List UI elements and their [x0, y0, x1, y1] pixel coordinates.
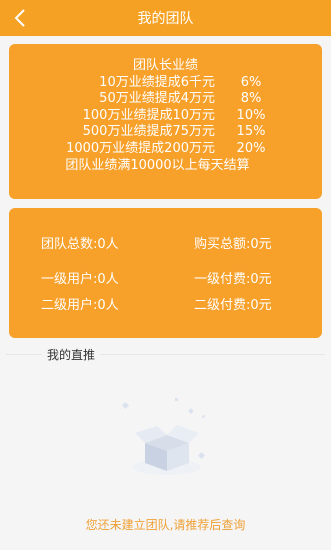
rules-footer: 团队业绩满10000以上每天结算 — [9, 158, 322, 175]
rule-text: 100万业绩提成10万元 — [82, 107, 215, 123]
rules-title: 团队长业绩 — [9, 58, 322, 75]
team-total-stat: 团队总数:0人 — [41, 237, 119, 252]
rule-percent: 8% — [240, 91, 262, 107]
empty-box-icon — [121, 398, 206, 475]
section-title: 我的直推 — [47, 348, 96, 362]
level2-users-stat: 二级用户:0人 — [41, 298, 119, 313]
purchase-total-stat: 购买总额:0元 — [194, 237, 272, 252]
rule-row: 100万业绩提成10万元 10% — [9, 108, 322, 125]
rule-percent: 10% — [236, 107, 266, 123]
team-stats-card: 团队总数:0人 购买总额:0元 一级用户:0人 一级付费:0元 二级用户:0人 … — [9, 208, 322, 338]
rule-text: 50万业绩提成4万元 — [99, 91, 215, 107]
chevron-left-icon — [14, 9, 25, 27]
rule-text: 10万业绩提成6千元 — [99, 74, 215, 90]
direct-referrals-section: 我的直推 — [0, 344, 331, 364]
back-button[interactable] — [6, 4, 34, 32]
divider — [100, 354, 325, 355]
level1-users-stat: 一级用户:0人 — [41, 272, 119, 287]
rule-text: 500万业绩提成75万元 — [82, 124, 215, 140]
rule-row: 1000万业绩提成200万元 20% — [9, 141, 322, 158]
rule-row: 10万业绩提成6千元 6% — [9, 75, 322, 92]
empty-state-message: 您还未建立团队,请推荐后查询 — [85, 518, 246, 532]
rule-percent: 15% — [236, 124, 266, 140]
rule-percent: 20% — [236, 140, 266, 156]
commission-rules-card: 团队长业绩 10万业绩提成6千元 6% 50万业绩提成4万元 8% 100万业绩… — [9, 44, 322, 199]
level2-paid-stat: 二级付费:0元 — [194, 298, 272, 313]
header-bar: 我的团队 — [0, 0, 331, 36]
rules-footer-text: 团队业绩满10000以上每天结算 — [65, 157, 250, 173]
rules-title-text: 团队长业绩 — [132, 58, 198, 73]
rule-row: 500万业绩提成75万元 15% — [9, 124, 322, 141]
rule-percent: 6% — [240, 74, 262, 90]
rule-row: 50万业绩提成4万元 8% — [9, 91, 322, 108]
rule-text: 1000万业绩提成200万元 — [66, 140, 215, 156]
page-title: 我的团队 — [137, 11, 194, 27]
level1-paid-stat: 一级付费:0元 — [194, 272, 272, 287]
divider — [6, 354, 42, 355]
